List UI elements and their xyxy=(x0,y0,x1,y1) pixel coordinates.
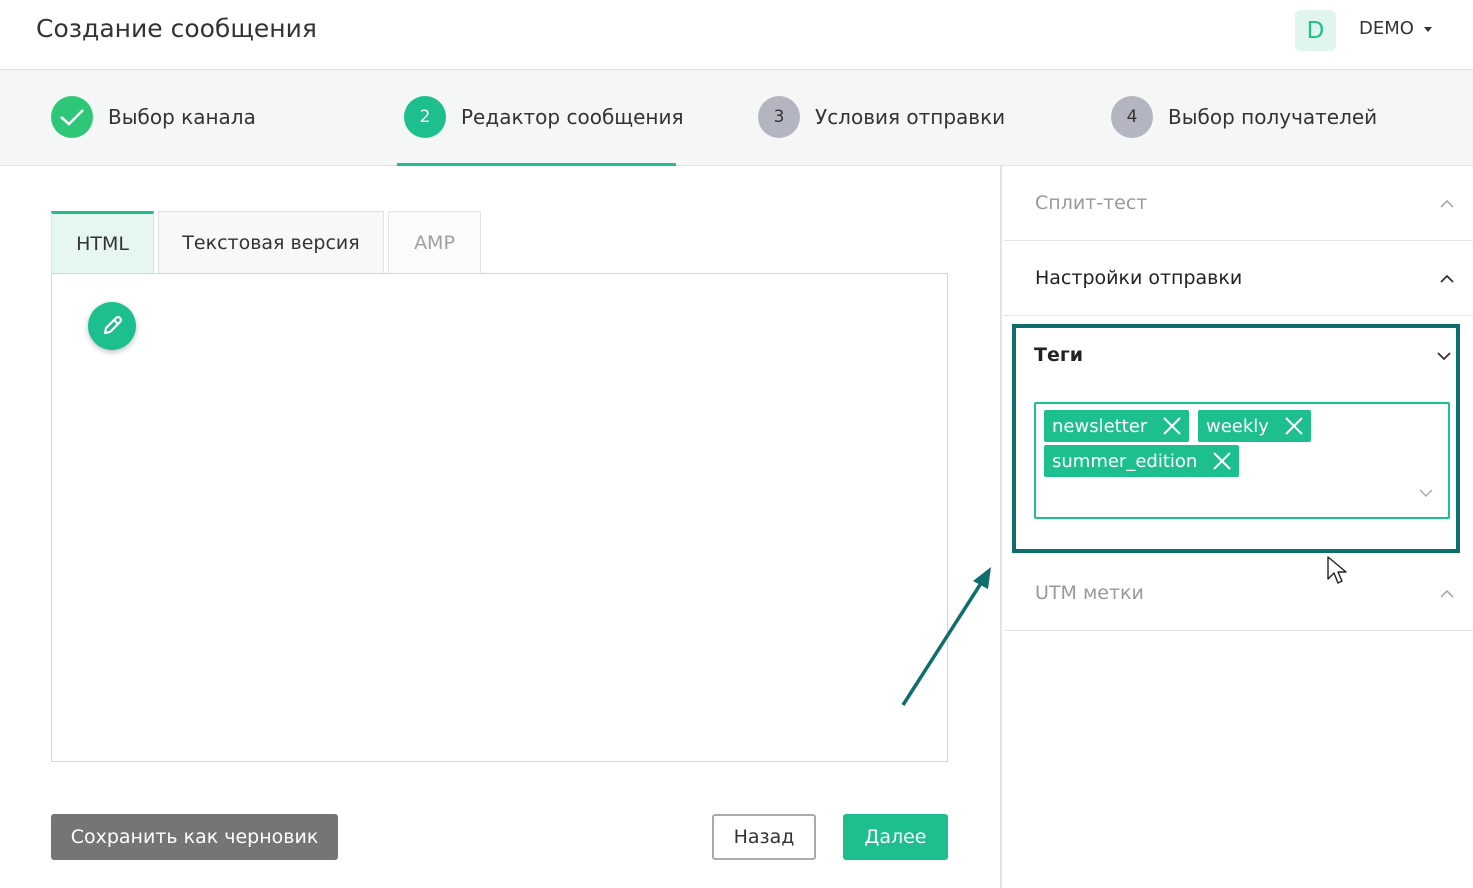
edit-button[interactable] xyxy=(88,302,136,350)
tag-label: summer_edition xyxy=(1052,450,1198,472)
tag-chip: newsletter xyxy=(1044,410,1190,442)
tab-amp[interactable]: AMP xyxy=(388,211,481,274)
step-label: Выбор получателей xyxy=(1168,105,1378,129)
caret-down-icon xyxy=(1423,27,1432,32)
chevron-down-icon[interactable] xyxy=(1418,485,1434,501)
step-editor[interactable]: 2 Редактор сообщения xyxy=(404,96,684,138)
save-draft-button[interactable]: Сохранить как черновик xyxy=(51,814,338,860)
tags-title: Теги xyxy=(1034,344,1084,366)
page-title: Создание сообщения xyxy=(36,14,317,43)
chevron-up-icon xyxy=(1440,589,1454,598)
accordion-send-settings[interactable]: Настройки отправки xyxy=(1004,241,1473,316)
checkmark-icon xyxy=(51,96,93,138)
step-number: 3 xyxy=(758,96,800,138)
tag-label: newsletter xyxy=(1052,415,1148,437)
step-recipients[interactable]: 4 Выбор получателей xyxy=(1111,96,1377,138)
top-bar: Создание сообщения D DEMO xyxy=(0,0,1473,70)
tags-panel: Теги newsletter weekly summer_edition xyxy=(1012,324,1460,553)
step-number: 4 xyxy=(1111,96,1153,138)
close-icon[interactable] xyxy=(1283,415,1305,437)
accordion-title: UTM метки xyxy=(1035,582,1144,604)
step-number: 2 xyxy=(404,96,446,138)
chevron-down-icon[interactable] xyxy=(1436,348,1452,364)
pencil-icon xyxy=(103,315,123,335)
tab-html[interactable]: HTML xyxy=(51,211,154,274)
step-label: Условия отправки xyxy=(815,105,1006,129)
close-icon[interactable] xyxy=(1161,415,1183,437)
chevron-up-icon xyxy=(1440,274,1454,283)
avatar[interactable]: D xyxy=(1295,10,1336,51)
step-label: Выбор канала xyxy=(108,105,256,129)
tag-label: weekly xyxy=(1206,415,1269,437)
next-button[interactable]: Далее xyxy=(843,814,948,860)
step-channel[interactable]: Выбор канала xyxy=(51,96,256,138)
tab-text-version[interactable]: Текстовая версия xyxy=(158,211,384,274)
account-name: DEMO xyxy=(1359,18,1414,39)
tag-chip: weekly xyxy=(1198,410,1311,442)
close-icon[interactable] xyxy=(1211,450,1233,472)
accordion-utm[interactable]: UTM метки xyxy=(1004,555,1473,631)
message-editor[interactable] xyxy=(51,273,948,762)
chevron-up-icon xyxy=(1440,199,1454,208)
annotation-arrow-icon xyxy=(901,567,991,706)
accordion-title: Сплит-тест xyxy=(1035,192,1148,214)
tag-chip: summer_edition xyxy=(1044,445,1240,477)
mouse-cursor-icon xyxy=(1327,556,1347,584)
account-menu[interactable]: DEMO xyxy=(1359,18,1432,39)
accordion-title: Настройки отправки xyxy=(1035,267,1243,289)
active-step-indicator xyxy=(397,163,676,166)
step-conditions[interactable]: 3 Условия отправки xyxy=(758,96,1005,138)
accordion-split-test[interactable]: Сплит-тест xyxy=(1004,166,1473,241)
step-label: Редактор сообщения xyxy=(461,105,684,129)
editor-tabs: HTML Текстовая версия AMP xyxy=(51,211,485,274)
tags-select[interactable]: newsletter weekly summer_edition xyxy=(1034,402,1450,519)
wizard-stepper: Выбор канала 2 Редактор сообщения 3 Усло… xyxy=(0,71,1473,166)
back-button[interactable]: Назад xyxy=(712,814,816,860)
